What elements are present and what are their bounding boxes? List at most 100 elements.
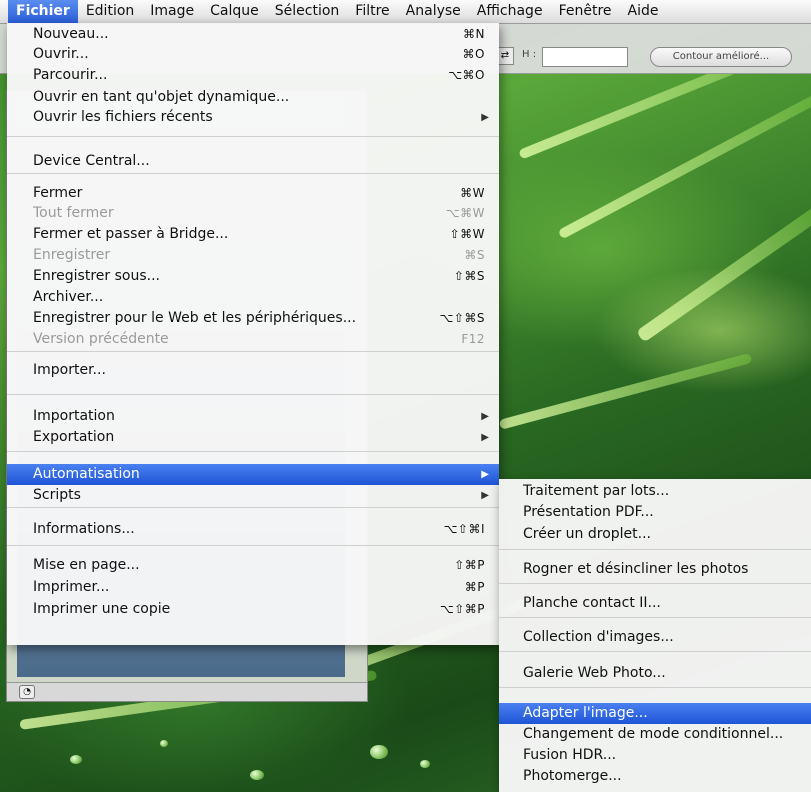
menu-item-label: Fusion HDR... (523, 747, 617, 763)
menu-affichage[interactable]: Affichage (469, 0, 551, 23)
menu-item-shortcut: ⌘W (460, 186, 485, 200)
menu-item-label: Ouvrir... (33, 46, 89, 62)
menu-separator (499, 617, 811, 618)
file-menu-item-1[interactable]: Ouvrir... ⌘O (7, 44, 499, 65)
file-menu-item-15[interactable]: Importation ▶ (7, 406, 499, 427)
file-menu-item-17[interactable]: Automatisation ▶ (7, 464, 499, 485)
file-menu-item-4[interactable]: Ouvrir les fichiers récents ▶ (7, 107, 499, 128)
menu-item-label: Enregistrer (33, 247, 111, 263)
menu-item-label: Traitement par lots... (523, 483, 670, 499)
menu-analyse[interactable]: Analyse (398, 0, 469, 23)
menu-item-label: Enregistrer sous... (33, 268, 160, 284)
menu-item-label: Version précédente (33, 331, 169, 347)
document-status-bar: ◔ (7, 682, 367, 701)
menu-separator (499, 583, 811, 584)
menu-selection[interactable]: Sélection (267, 0, 348, 23)
menu-item-label: Changement de mode conditionnel... (523, 726, 784, 742)
menu-separator (7, 545, 499, 546)
menu-filtre[interactable]: Filtre (347, 0, 397, 23)
submenu-arrow-icon: ▶ (481, 112, 489, 123)
menu-item-shortcut: ⌥⇧⌘P (439, 602, 485, 616)
file-menu-item-19[interactable]: Informations... ⌥⇧⌘I (7, 519, 499, 540)
automate-item-9[interactable]: Fusion HDR... (499, 745, 811, 766)
menu-item-label: Ouvrir les fichiers récents (33, 109, 213, 125)
menu-item-label: Rogner et désincliner les photos (523, 561, 749, 577)
submenu-arrow-icon: ▶ (481, 411, 489, 422)
menu-separator (7, 394, 499, 395)
automate-item-7[interactable]: Adapter l'image... (499, 703, 811, 724)
height-field[interactable] (542, 47, 628, 67)
file-menu-item-11[interactable]: Archiver... (7, 287, 499, 308)
file-menu-item-18[interactable]: Scripts ▶ (7, 485, 499, 506)
menu-separator (7, 351, 499, 352)
menu-item-label: Collection d'images... (523, 629, 674, 645)
menu-item-shortcut: ⌘S (464, 248, 485, 262)
menu-item-label: Enregistrer pour le Web et les périphéri… (33, 310, 357, 326)
menu-item-label: Nouveau... (33, 26, 109, 42)
file-menu-item-16[interactable]: Exportation ▶ (7, 427, 499, 448)
file-menu-item-6[interactable]: Fermer ⌘W (7, 183, 499, 204)
menu-item-label: Présentation PDF... (523, 504, 654, 520)
menu-item-shortcut: ⌥⇧⌘S (439, 311, 485, 325)
height-label: H : (522, 49, 537, 60)
refine-edge-button[interactable]: Contour amélioré... (650, 47, 792, 67)
automate-item-4[interactable]: Planche contact II... (499, 593, 811, 614)
file-menu-item-14[interactable]: Importer... (7, 360, 499, 381)
menu-item-label: Galerie Web Photo... (523, 665, 666, 681)
menu-separator (499, 549, 811, 550)
menu-separator (499, 687, 811, 688)
menu-separator (7, 136, 499, 137)
automate-submenu: Traitement par lots... Présentation PDF..… (499, 479, 811, 792)
menu-calque[interactable]: Calque (202, 0, 267, 23)
menu-fenetre[interactable]: Fenêtre (551, 0, 620, 23)
file-menu-item-3[interactable]: Ouvrir en tant qu'objet dynamique... (7, 87, 499, 108)
menu-item-label: Archiver... (33, 289, 104, 305)
menu-item-label: Automatisation (33, 466, 140, 482)
menu-fichier[interactable]: Fichier (8, 0, 78, 23)
automate-item-2[interactable]: Créer un droplet... (499, 524, 811, 545)
file-menu: Nouveau... ⌘N Ouvrir... ⌘O Parcourir... ⌥⌘O Ou… (7, 23, 499, 645)
menu-item-label: Créer un droplet... (523, 526, 651, 542)
automate-item-1[interactable]: Présentation PDF... (499, 502, 811, 523)
file-menu-item-12[interactable]: Enregistrer pour le Web et les périphéri… (7, 308, 499, 329)
automate-item-6[interactable]: Galerie Web Photo... (499, 663, 811, 684)
menu-aide[interactable]: Aide (620, 0, 667, 23)
menu-separator (7, 451, 499, 452)
menu-item-label: Imprimer une copie (33, 601, 171, 617)
menu-bar: Fichier Edition Image Calque Sélection Filtre… (0, 0, 811, 24)
zoom-icon[interactable]: ◔ (19, 685, 35, 699)
file-menu-item-21[interactable]: Imprimer... ⌘P (7, 577, 499, 598)
menu-separator (7, 507, 499, 508)
menu-item-shortcut: F12 (461, 332, 485, 346)
submenu-arrow-icon: ▶ (481, 490, 489, 501)
automate-item-0[interactable]: Traitement par lots... (499, 481, 811, 502)
menu-item-shortcut: ⌘P (464, 580, 485, 594)
file-menu-item-20[interactable]: Mise en page... ⇧⌘P (7, 555, 499, 576)
automate-item-8[interactable]: Changement de mode conditionnel... (499, 724, 811, 745)
file-menu-item-13: Version précédente F12 (7, 329, 499, 350)
automate-item-5[interactable]: Collection d'images... (499, 627, 811, 648)
menu-item-label: Scripts (33, 487, 81, 503)
menu-edition[interactable]: Edition (78, 0, 142, 23)
file-menu-item-5[interactable]: Device Central... (7, 151, 499, 172)
file-menu-item-10[interactable]: Enregistrer sous... ⇧⌘S (7, 266, 499, 287)
menu-item-shortcut: ⇧⌘W (449, 227, 485, 241)
menu-item-label: Informations... (33, 521, 135, 537)
file-menu-item-8[interactable]: Fermer et passer à Bridge... ⇧⌘W (7, 224, 499, 245)
file-menu-item-22[interactable]: Imprimer une copie ⌥⇧⌘P (7, 599, 499, 620)
menu-item-label: Fermer (33, 185, 83, 201)
menu-item-label: Planche contact II... (523, 595, 661, 611)
menu-item-shortcut: ⇧⌘P (454, 558, 485, 572)
menu-separator (499, 651, 811, 652)
automate-item-10[interactable]: Photomerge... (499, 766, 811, 787)
menu-item-shortcut: ⌥⌘W (445, 206, 485, 220)
menu-item-label: Ouvrir en tant qu'objet dynamique... (33, 89, 290, 105)
menu-item-label: Importer... (33, 362, 106, 378)
menu-item-label: Parcourir... (33, 67, 108, 83)
menu-image[interactable]: Image (142, 0, 202, 23)
file-menu-item-0[interactable]: Nouveau... ⌘N (7, 24, 499, 45)
menu-item-label: Imprimer... (33, 579, 110, 595)
file-menu-item-2[interactable]: Parcourir... ⌥⌘O (7, 65, 499, 86)
automate-item-3[interactable]: Rogner et désincliner les photos (499, 559, 811, 580)
menu-item-label: Importation (33, 408, 115, 424)
